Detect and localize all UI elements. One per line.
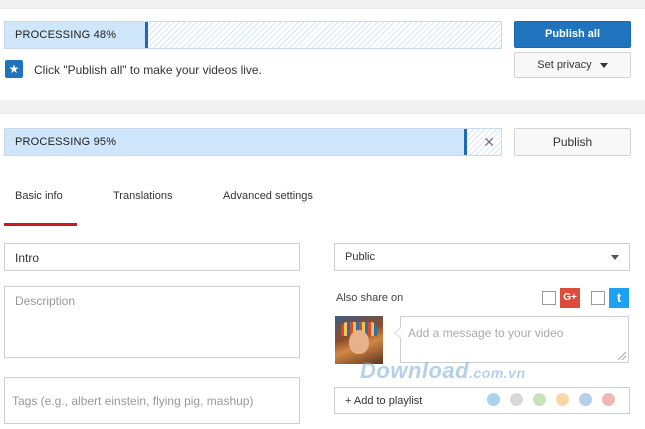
privacy-select[interactable]: Public <box>334 243 630 271</box>
chevron-down-icon <box>611 255 619 260</box>
share-message-textarea[interactable]: Add a message to your video <box>394 316 629 363</box>
batch-progress-bar: PROCESSING 48% <box>4 21 502 49</box>
channel-avatar <box>335 316 383 364</box>
twitter-icon: t <box>609 288 629 308</box>
avatar-face <box>349 330 369 354</box>
share-gplus-checkbox[interactable] <box>542 291 556 305</box>
share-message-placeholder: Add a message to your video <box>408 326 564 340</box>
title-input[interactable]: Intro <box>4 243 300 271</box>
cancel-upload-icon[interactable]: ✕ <box>483 134 495 151</box>
batch-progress-label: PROCESSING 48% <box>15 29 117 41</box>
caret-down-icon <box>599 62 608 68</box>
publish-button[interactable]: Publish <box>514 128 631 156</box>
resize-handle-icon[interactable] <box>618 352 626 360</box>
tags-input[interactable]: Tags (e.g., albert einstein, flying pig,… <box>4 377 300 424</box>
playlist-color-dot[interactable] <box>579 393 592 406</box>
star-icon: ★ <box>5 60 23 78</box>
also-share-label: Also share on <box>336 292 404 304</box>
add-to-playlist-label: + Add to playlist <box>345 395 423 407</box>
tags-placeholder: Tags (e.g., albert einstein, flying pig,… <box>12 394 254 408</box>
playlist-color-dot[interactable] <box>602 393 615 406</box>
tab-advanced-settings[interactable]: Advanced settings <box>223 190 313 202</box>
title-input-value: Intro <box>15 251 40 265</box>
set-privacy-label: Set privacy <box>537 59 592 71</box>
video-progress-label: PROCESSING 95% <box>15 136 117 148</box>
playlist-color-dot[interactable] <box>510 393 523 406</box>
google-plus-icon: G+ <box>560 288 580 308</box>
privacy-select-value: Public <box>345 251 375 263</box>
description-placeholder: Description <box>15 294 76 308</box>
set-privacy-button[interactable]: Set privacy <box>514 52 631 78</box>
description-textarea[interactable]: Description <box>4 286 300 358</box>
tab-translations[interactable]: Translations <box>113 190 173 202</box>
video-progress-bar: PROCESSING 95% ✕ <box>4 128 502 156</box>
tab-basic-info[interactable]: Basic info <box>15 190 63 202</box>
playlist-color-dot[interactable] <box>487 393 500 406</box>
publish-all-button[interactable]: Publish all <box>514 21 631 48</box>
publish-hint-text: Click "Publish all" to make your videos … <box>34 63 262 77</box>
playlist-color-dot[interactable] <box>533 393 546 406</box>
active-tab-indicator <box>4 223 77 226</box>
playlist-color-dot[interactable] <box>556 393 569 406</box>
share-twitter-checkbox[interactable] <box>591 291 605 305</box>
